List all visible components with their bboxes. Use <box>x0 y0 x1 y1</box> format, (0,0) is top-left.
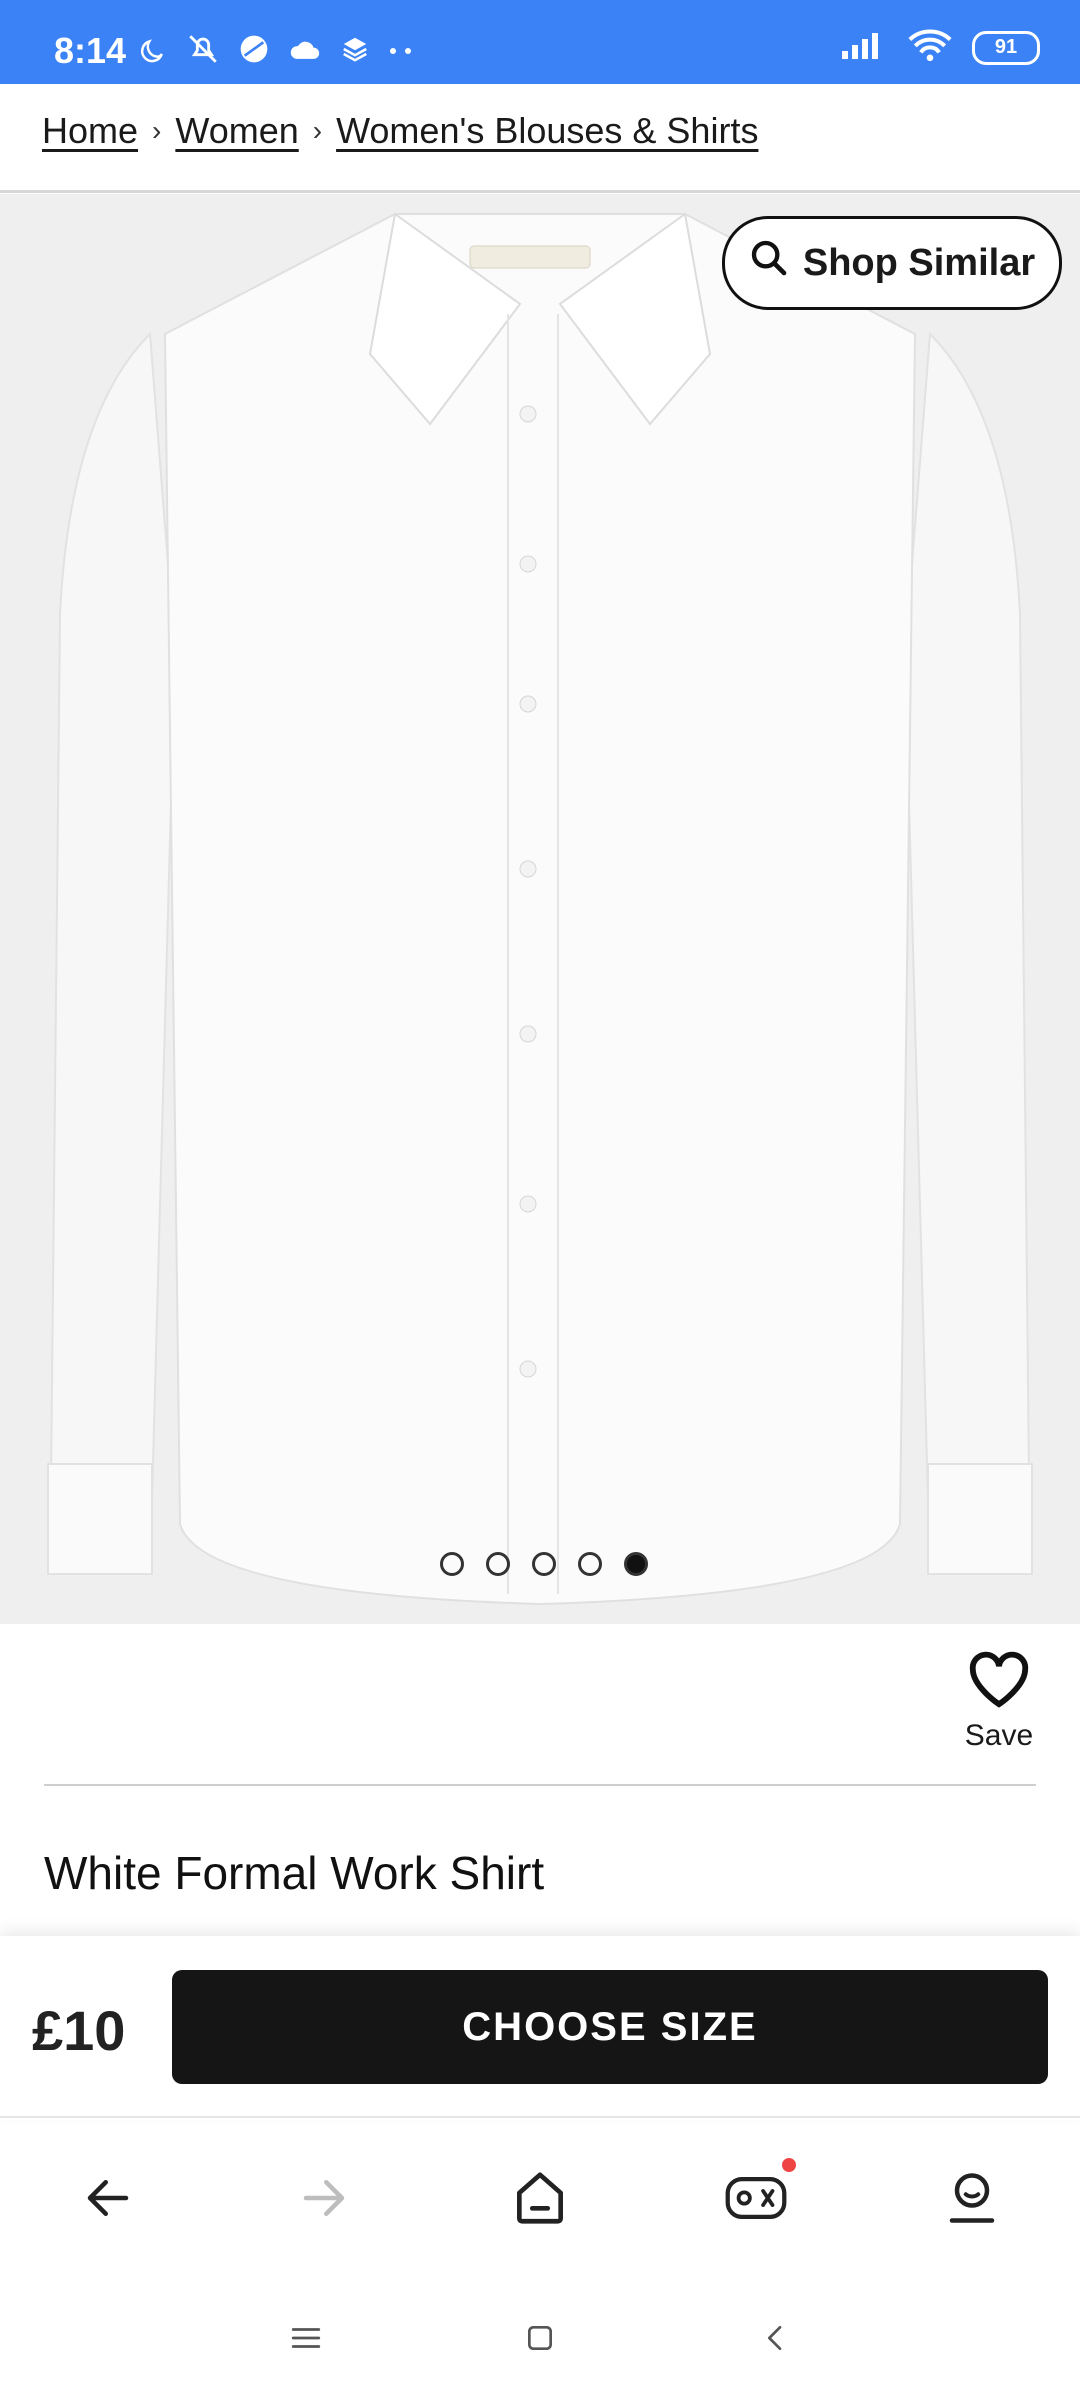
menu-icon <box>289 2323 323 2358</box>
profile-button[interactable] <box>932 2160 1012 2240</box>
forward-arrow-icon <box>297 2171 351 2230</box>
status-icons-left <box>138 32 416 71</box>
carousel-dot[interactable] <box>486 1552 510 1576</box>
battery-level: 91 <box>994 36 1018 58</box>
price: £10 <box>32 1999 126 2062</box>
layers-icon <box>340 34 370 69</box>
carousel-dot[interactable] <box>578 1552 602 1576</box>
shop-similar-label: Shop Similar <box>802 241 1036 284</box>
circle-icon <box>238 33 270 70</box>
breadcrumb-separator: › <box>152 115 162 146</box>
divider <box>44 1784 1036 1786</box>
carousel-dot[interactable] <box>440 1552 464 1576</box>
back-arrow-icon <box>81 2171 135 2230</box>
games-button[interactable] <box>716 2158 796 2240</box>
mute-icon <box>186 32 220 71</box>
carousel-dot-active[interactable] <box>624 1552 648 1576</box>
back-chevron-icon <box>760 2322 792 2359</box>
product-title: White Formal Work Shirt <box>44 1847 545 1899</box>
status-icons-right: 91 <box>840 28 1040 67</box>
save-button[interactable]: Save <box>962 1646 1036 1753</box>
games-icon <box>723 2171 789 2230</box>
breadcrumb: Home › Women › Women's Blouses & Shirts <box>42 110 758 152</box>
home-button[interactable] <box>500 2160 580 2240</box>
breadcrumb-women[interactable]: Women <box>175 110 298 152</box>
cloud-icon <box>288 35 322 68</box>
more-dots-icon <box>388 43 416 61</box>
breadcrumb-separator: › <box>312 115 323 146</box>
status-bar: 8:14 91 <box>0 0 1080 84</box>
profile-icon <box>942 2168 1002 2233</box>
battery-icon: 91 <box>972 30 1040 65</box>
divider <box>0 2116 1080 2118</box>
sticky-purchase-bar: £10 CHOOSE SIZE <box>0 1936 1080 2120</box>
status-time: 8:14 <box>54 30 127 71</box>
search-icon <box>749 238 789 288</box>
notification-badge <box>782 2158 796 2172</box>
product-image[interactable] <box>0 194 1080 1624</box>
image-carousel-dots <box>440 1552 648 1576</box>
shop-similar-button[interactable]: Shop Similar <box>722 216 1062 310</box>
divider <box>0 190 1080 193</box>
recent-apps-button[interactable] <box>276 2310 336 2370</box>
system-nav <box>0 2290 1080 2400</box>
home-icon <box>509 2167 571 2234</box>
choose-size-button[interactable]: CHOOSE SIZE <box>172 1970 1048 2084</box>
breadcrumb-womens-blouses-shirts[interactable]: Women's Blouses & Shirts <box>336 110 758 152</box>
moon-icon <box>138 34 168 69</box>
back-button[interactable] <box>68 2160 148 2240</box>
save-label: Save <box>964 1719 1034 1752</box>
home-square-icon <box>524 2322 556 2359</box>
breadcrumb-home[interactable]: Home <box>42 110 138 152</box>
wifi-icon <box>908 28 952 67</box>
browser-nav <box>0 2120 1080 2270</box>
system-back-button[interactable] <box>746 2310 806 2370</box>
forward-button[interactable] <box>284 2160 364 2240</box>
system-home-button[interactable] <box>510 2310 570 2370</box>
signal-icon <box>840 29 888 66</box>
carousel-dot[interactable] <box>532 1552 556 1576</box>
heart-icon <box>964 1651 1034 1714</box>
